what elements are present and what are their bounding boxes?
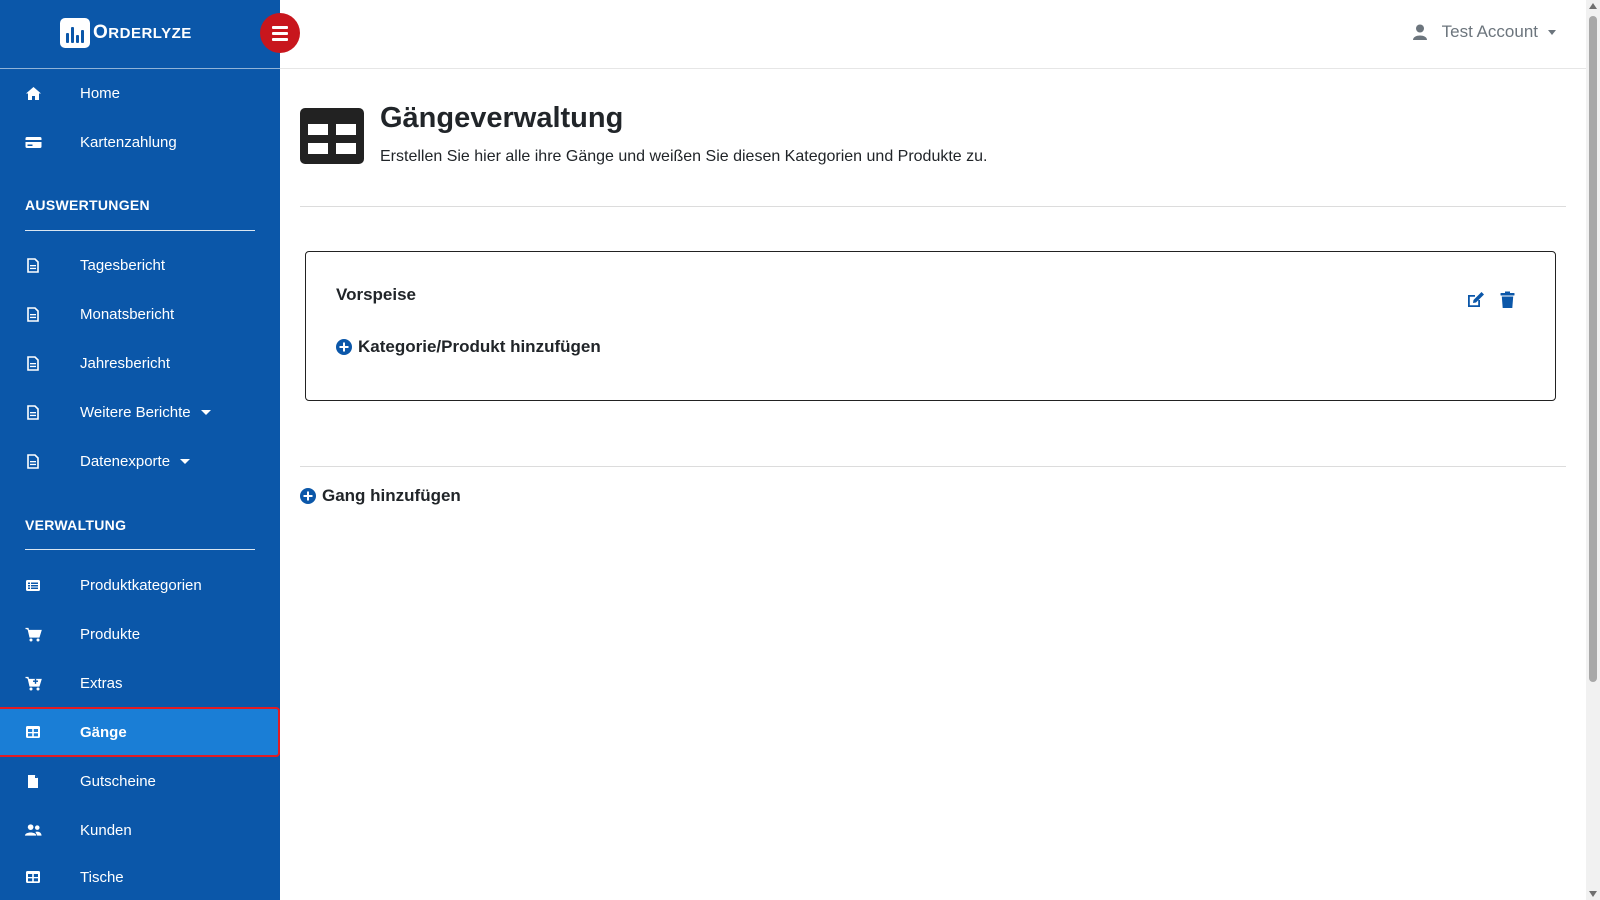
sidebar-item-home[interactable]: Home — [0, 68, 280, 118]
main-content: Gängeverwaltung Erstellen Sie hier alle … — [280, 70, 1586, 900]
logo-text: ORDERLYZE — [93, 22, 192, 43]
course-name: Vorspeise — [336, 285, 417, 304]
sidebar-item-label: Kartenzahlung — [80, 133, 177, 151]
scroll-up-icon[interactable] — [1589, 3, 1597, 9]
chevron-down-icon — [180, 459, 191, 465]
add-course-button[interactable]: Gang hinzufügen — [300, 486, 461, 506]
sidebar-item-kunden[interactable]: Kunden — [0, 805, 280, 855]
scrollbar[interactable] — [1586, 0, 1600, 900]
file-text-icon — [24, 354, 42, 372]
home-icon — [24, 84, 42, 102]
sidebar: ORDERLYZE Home Kartenzahlung AUSWERTUNGE… — [0, 0, 280, 900]
list-icon — [24, 576, 42, 594]
section-title-verwaltung: VERWALTUNG — [25, 517, 127, 533]
sidebar-item-extras[interactable]: Extras — [0, 658, 280, 708]
sidebar-item-label: Gänge — [80, 723, 127, 741]
sidebar-item-produktkategorien[interactable]: Produktkategorien — [0, 560, 280, 610]
account-name: Test Account — [1441, 22, 1538, 41]
table-icon — [24, 723, 42, 741]
file-icon — [24, 772, 42, 790]
add-course-label: Gang hinzufügen — [322, 486, 461, 505]
sidebar-item-kartenzahlung[interactable]: Kartenzahlung — [0, 117, 280, 167]
sidebar-item-label: Extras — [80, 674, 123, 692]
sidebar-item-label: Kunden — [80, 821, 132, 839]
sidebar-item-label: Produkte — [80, 625, 141, 643]
sidebar-item-label: Home — [80, 84, 121, 102]
sidebar-item-label: Weitere Berichte — [80, 404, 211, 421]
top-bar: Test Account — [280, 0, 1586, 69]
sidebar-item-label: Produktkategorien — [80, 576, 202, 594]
sidebar-item-gaenge[interactable]: Gänge — [0, 707, 280, 757]
sidebar-item-monatsbericht[interactable]: Monatsbericht — [0, 289, 280, 339]
orderlyze-logo[interactable]: ORDERLYZE — [60, 18, 192, 48]
table-icon — [24, 868, 42, 886]
file-text-icon — [24, 305, 42, 323]
page-title: Gängeverwaltung — [380, 102, 624, 134]
section-divider — [25, 549, 255, 550]
logo-icon — [60, 18, 90, 48]
sidebar-item-label: Tagesbericht — [80, 256, 166, 274]
brand-bar: ORDERLYZE — [0, 0, 280, 69]
sidebar-item-gutscheine[interactable]: Gutscheine — [0, 756, 280, 806]
credit-card-icon — [24, 133, 42, 151]
file-text-icon — [24, 256, 42, 274]
plus-circle-icon — [300, 488, 316, 504]
sidebar-item-label: Datenexporte — [80, 453, 191, 470]
sidebar-item-tagesbericht[interactable]: Tagesbericht — [0, 240, 280, 290]
cart-icon — [24, 625, 42, 643]
sidebar-item-jahresbericht[interactable]: Jahresbericht — [0, 338, 280, 388]
account-dropdown[interactable]: Test Account — [1412, 22, 1556, 42]
sidebar-item-label: Gutscheine — [80, 772, 156, 790]
plus-circle-icon — [336, 339, 352, 355]
sidebar-item-datenexporte[interactable]: Datenexporte — [0, 436, 280, 486]
page-subtitle: Erstellen Sie hier alle ihre Gänge und w… — [380, 148, 988, 165]
users-icon — [24, 821, 42, 839]
course-card: Vorspeise Kategorie/Produkt hinzufügen — [305, 251, 1556, 401]
scrollbar-thumb[interactable] — [1589, 16, 1597, 682]
section-divider — [25, 230, 255, 231]
edit-icon[interactable] — [1465, 290, 1485, 310]
hamburger-icon — [272, 25, 288, 29]
content-divider — [300, 466, 1566, 467]
add-category-product-label: Kategorie/Produkt hinzufügen — [358, 337, 601, 356]
header-divider — [300, 206, 1566, 207]
sidebar-item-label: Monatsbericht — [80, 305, 175, 323]
menu-toggle-button[interactable] — [260, 13, 300, 53]
chevron-down-icon — [1548, 29, 1556, 35]
trash-icon[interactable] — [1497, 290, 1517, 310]
chevron-down-icon — [200, 410, 211, 416]
add-category-product-button[interactable]: Kategorie/Produkt hinzufügen — [336, 337, 601, 357]
file-text-icon — [24, 403, 42, 421]
scroll-down-icon[interactable] — [1589, 891, 1597, 897]
sidebar-item-weitere-berichte[interactable]: Weitere Berichte — [0, 387, 280, 437]
sidebar-item-produkte[interactable]: Produkte — [0, 609, 280, 659]
cart-plus-icon — [24, 674, 42, 692]
page-table-icon — [300, 108, 364, 164]
course-actions — [1465, 290, 1517, 310]
sidebar-item-tische[interactable]: Tische — [0, 852, 280, 900]
section-title-auswertungen: AUSWERTUNGEN — [25, 197, 150, 213]
sidebar-item-label: Jahresbericht — [80, 354, 171, 372]
user-icon — [1412, 24, 1427, 40]
file-text-icon — [24, 452, 42, 470]
sidebar-item-label: Tische — [80, 868, 124, 886]
